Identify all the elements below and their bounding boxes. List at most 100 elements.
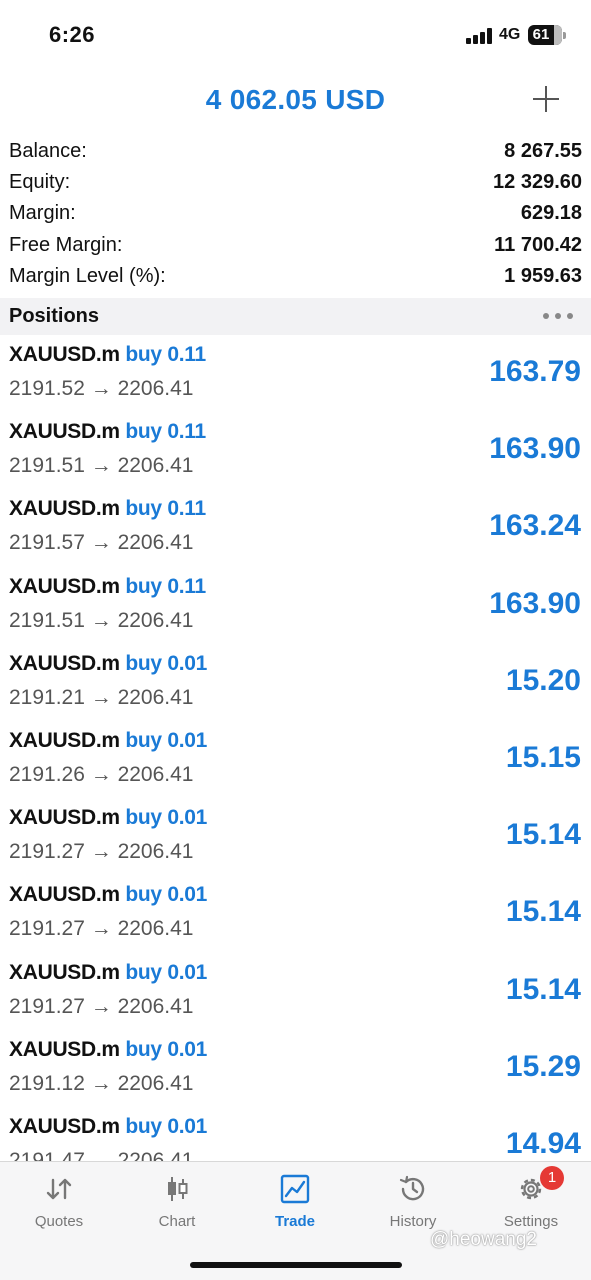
- position-symbol: XAUUSD.m: [9, 420, 120, 444]
- position-symbol-line: XAUUSD.m buy 0.01: [9, 806, 207, 830]
- summary-row-margin-level: Margin Level (%): 1 959.63: [0, 261, 591, 292]
- position-row[interactable]: XAUUSD.m buy 0.11 2191.57 → 2206.41 163.…: [0, 489, 591, 566]
- position-row[interactable]: XAUUSD.m buy 0.01 2191.26 → 2206.41 15.1…: [0, 721, 591, 798]
- network-type: 4G: [499, 26, 521, 43]
- position-profit: 163.90: [489, 586, 581, 620]
- summary-row-balance: Balance: 8 267.55: [0, 136, 591, 167]
- tab-trade[interactable]: Trade: [236, 1162, 354, 1242]
- position-row[interactable]: XAUUSD.m buy 0.01 2191.27 → 2206.41 15.1…: [0, 953, 591, 1030]
- position-side: buy 0.01: [125, 883, 207, 907]
- position-side: buy 0.11: [125, 420, 206, 444]
- position-prices: 2191.27 → 2206.41: [9, 994, 194, 1018]
- position-side: buy 0.01: [125, 728, 207, 752]
- summary-label: Equity:: [9, 171, 71, 194]
- position-prices: 2191.51 → 2206.41: [9, 454, 194, 478]
- position-side: buy 0.11: [125, 343, 206, 366]
- position-profit: 15.15: [505, 740, 581, 774]
- position-symbol: XAUUSD.m: [9, 343, 120, 366]
- summary-label: Margin:: [9, 202, 76, 225]
- position-symbol: XAUUSD.m: [9, 728, 120, 752]
- position-symbol: XAUUSD.m: [9, 1114, 120, 1138]
- new-order-plus-icon[interactable]: [531, 84, 561, 114]
- battery-icon: 61: [528, 25, 566, 45]
- summary-label: Free Margin:: [9, 233, 123, 256]
- notification-badge: 1: [540, 1166, 564, 1190]
- position-symbol-line: XAUUSD.m buy 0.01: [9, 961, 207, 985]
- position-prices: 2191.27 → 2206.41: [9, 840, 194, 864]
- position-prices: 2191.26 → 2206.41: [9, 762, 194, 786]
- position-prices: 2191.47 → 2206.41: [9, 1148, 194, 1161]
- position-prices: 2191.57 → 2206.41: [9, 531, 194, 555]
- position-row[interactable]: XAUUSD.m buy 0.11 2191.51 → 2206.41 163.…: [0, 412, 591, 489]
- position-symbol: XAUUSD.m: [9, 883, 120, 907]
- position-symbol: XAUUSD.m: [9, 960, 120, 984]
- position-prices: 2191.21 → 2206.41: [9, 685, 194, 709]
- position-row[interactable]: XAUUSD.m buy 0.01 2191.47 → 2206.41 14.9…: [0, 1107, 591, 1161]
- position-symbol-line: XAUUSD.m buy 0.11: [9, 343, 206, 367]
- summary-value: 12 329.60: [493, 171, 582, 194]
- position-symbol: XAUUSD.m: [9, 574, 120, 598]
- account-summary: Balance: 8 267.55 Equity: 12 329.60 Marg…: [0, 136, 591, 292]
- position-symbol: XAUUSD.m: [9, 806, 120, 830]
- position-symbol: XAUUSD.m: [9, 497, 120, 521]
- position-profit: 15.29: [505, 1049, 581, 1083]
- summary-label: Balance:: [9, 140, 87, 162]
- tab-label: History: [389, 1213, 437, 1230]
- position-side: buy 0.01: [125, 806, 207, 830]
- position-symbol: XAUUSD.m: [9, 1037, 120, 1061]
- position-row[interactable]: XAUUSD.m buy 0.11 2191.52 → 2206.41 163.…: [0, 335, 591, 412]
- summary-row-margin: Margin: 629.18: [0, 198, 591, 229]
- positions-section-header: Positions: [0, 298, 591, 335]
- position-prices: 2191.27 → 2206.41: [9, 917, 194, 941]
- more-options-icon[interactable]: [543, 313, 573, 319]
- position-symbol-line: XAUUSD.m buy 0.11: [9, 497, 206, 521]
- position-row[interactable]: XAUUSD.m buy 0.01 2191.21 → 2206.41 15.2…: [0, 644, 591, 721]
- summary-value: 11 700.42: [494, 233, 582, 256]
- quotes-arrows-icon: [46, 1178, 72, 1200]
- tab-label: Settings: [503, 1213, 559, 1230]
- summary-value: 8 267.55: [504, 140, 582, 162]
- position-profit: 15.14: [505, 972, 581, 1006]
- position-profit: 15.14: [505, 818, 581, 852]
- summary-label: Margin Level (%):: [9, 264, 166, 287]
- position-symbol-line: XAUUSD.m buy 0.01: [9, 652, 207, 676]
- status-bar: 6:26 4G 61: [0, 0, 591, 68]
- page-title: 4 062.05 USD: [205, 84, 386, 115]
- position-side: buy 0.11: [125, 574, 206, 598]
- position-prices: 2191.51 → 2206.41: [9, 608, 194, 632]
- position-side: buy 0.11: [125, 497, 206, 521]
- position-symbol-line: XAUUSD.m buy 0.01: [9, 883, 207, 907]
- tab-label: Quotes: [34, 1213, 84, 1230]
- position-row[interactable]: XAUUSD.m buy 0.01 2191.12 → 2206.41 15.2…: [0, 1030, 591, 1107]
- tab-label: Trade: [274, 1213, 316, 1230]
- tab-chart[interactable]: Chart: [118, 1162, 236, 1242]
- battery-level: 61: [532, 26, 550, 43]
- position-side: buy 0.01: [125, 651, 207, 675]
- status-time: 6:26: [49, 22, 96, 47]
- position-profit: 163.79: [489, 355, 581, 388]
- position-row[interactable]: XAUUSD.m buy 0.01 2191.27 → 2206.41 15.1…: [0, 798, 591, 875]
- history-clock-icon: [399, 1175, 425, 1201]
- position-side: buy 0.01: [125, 1114, 207, 1138]
- trade-chart-icon: [280, 1174, 310, 1204]
- position-symbol-line: XAUUSD.m buy 0.01: [9, 729, 207, 753]
- position-profit: 163.90: [489, 432, 581, 466]
- positions-list[interactable]: XAUUSD.m buy 0.11 2191.52 → 2206.41 163.…: [0, 335, 591, 1161]
- summary-row-equity: Equity: 12 329.60: [0, 167, 591, 198]
- summary-value: 629.18: [520, 202, 582, 225]
- position-symbol-line: XAUUSD.m buy 0.01: [9, 1038, 207, 1062]
- position-row[interactable]: XAUUSD.m buy 0.01 2191.27 → 2206.41 15.1…: [0, 875, 591, 952]
- position-profit: 15.20: [505, 663, 581, 697]
- position-symbol-line: XAUUSD.m buy 0.11: [9, 575, 206, 599]
- summary-row-free-margin: Free Margin: 11 700.42: [0, 230, 591, 261]
- position-side: buy 0.01: [125, 960, 207, 984]
- position-side: buy 0.01: [125, 1037, 207, 1061]
- tab-quotes[interactable]: Quotes: [0, 1162, 118, 1242]
- position-symbol-line: XAUUSD.m buy 0.11: [9, 420, 206, 444]
- position-symbol-line: XAUUSD.m buy 0.01: [9, 1115, 207, 1139]
- position-symbol: XAUUSD.m: [9, 651, 120, 675]
- home-indicator[interactable]: [190, 1262, 402, 1268]
- position-row[interactable]: XAUUSD.m buy 0.11 2191.51 → 2206.41 163.…: [0, 567, 591, 644]
- positions-title: Positions: [9, 305, 100, 327]
- candlestick-icon: [168, 1177, 188, 1201]
